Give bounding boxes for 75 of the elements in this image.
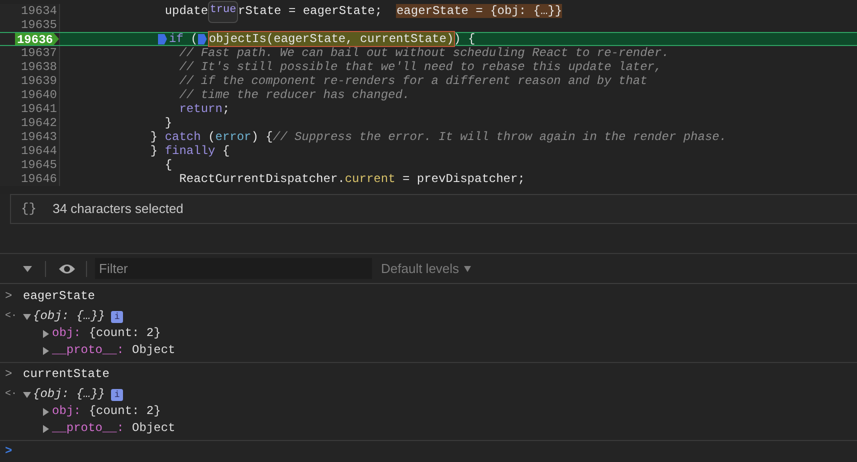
input-prompt: > — [5, 288, 14, 304]
info-badge[interactable]: i — [111, 310, 124, 322]
line-number[interactable]: 19634 — [20, 4, 59, 18]
code-text: } — [149, 130, 159, 144]
code-comment: // Fast path. We can bail out without scheduling React to re-render. — [178, 46, 669, 60]
code-text: { — [164, 158, 172, 172]
property-value: {count: 2} — [88, 403, 161, 420]
code-text: ReactCurrentDispatcher. — [178, 172, 345, 186]
eye-icon[interactable] — [58, 262, 76, 275]
info-badge[interactable]: i — [111, 388, 124, 400]
console-command: eagerState — [23, 288, 96, 304]
line-number[interactable]: 19638 — [20, 60, 59, 74]
line-number[interactable]: 19635 — [20, 18, 59, 32]
line-number[interactable]: 19637 — [20, 46, 59, 60]
result-prompt: <· — [5, 388, 18, 402]
code-comment: // time the reducer has changed. — [178, 88, 410, 102]
line-number[interactable]: 19643 — [20, 130, 59, 144]
expanded-triangle-icon[interactable] — [23, 312, 31, 320]
line-number[interactable]: 19646 — [20, 172, 59, 186]
property-value: Object — [132, 420, 176, 437]
code-text: ) { — [454, 32, 476, 46]
expanded-triangle-icon[interactable] — [23, 390, 31, 398]
dropdown-triangle-icon[interactable] — [23, 264, 32, 273]
object-summary[interactable]: {obj: {…}} — [33, 386, 106, 403]
code-keyword: finally — [164, 144, 216, 158]
code-text: ( — [190, 32, 198, 46]
log-levels-dropdown[interactable]: Default levels — [381, 258, 472, 278]
code-comment: // It's still possible that we'll need to rebase this update later, — [178, 60, 662, 74]
breakpoint-marker-icon[interactable] — [158, 34, 167, 44]
code-keyword: return — [178, 102, 222, 116]
result-prompt: <· — [5, 310, 18, 324]
code-text: } — [164, 116, 172, 130]
property-key[interactable]: __proto__: — [52, 342, 124, 359]
selection-status: 34 characters selected — [52, 200, 184, 218]
console-prompt[interactable]: > — [5, 443, 12, 460]
collapsed-triangle-icon[interactable] — [42, 408, 50, 416]
code-text: ; — [222, 102, 230, 116]
collapsed-triangle-icon[interactable] — [42, 346, 50, 354]
line-number[interactable]: 19640 — [20, 88, 59, 102]
code-comment: // if the component re-renders for a different reason and by that — [178, 74, 648, 88]
line-number[interactable]: 19645 — [20, 158, 59, 172]
property-key[interactable]: obj: — [52, 325, 81, 342]
code-text: update — [164, 4, 208, 18]
console-command: currentState — [23, 366, 110, 383]
object-summary[interactable]: {obj: {…}} — [33, 308, 106, 325]
code-text: { — [221, 144, 230, 158]
line-number[interactable]: 19641 — [20, 102, 59, 116]
code-text: } — [149, 144, 159, 158]
code-keyword: if — [169, 32, 184, 46]
collapsed-triangle-icon[interactable] — [42, 330, 50, 338]
value-tooltip: true — [208, 1, 238, 23]
property-value: Object — [132, 342, 176, 359]
line-number[interactable]: 19636 — [14, 33, 59, 45]
code-text: = prevDispatcher; — [401, 172, 525, 186]
property-value: {count: 2} — [88, 325, 161, 342]
code-text: rState = eagerState; — [238, 4, 384, 18]
code-text: ) { — [251, 130, 273, 144]
code-comment: // Suppress the error. It will throw again in the render phase. — [272, 130, 727, 144]
breakpoint-marker-icon[interactable] — [198, 34, 207, 44]
selected-code: objectIs(eagerState, currentState) — [208, 32, 454, 46]
caret-icon — [464, 266, 472, 272]
property-key[interactable]: __proto__: — [52, 420, 124, 437]
code-text: error — [215, 130, 252, 144]
code-keyword: catch — [164, 130, 201, 144]
code-text: current — [344, 172, 396, 186]
input-prompt: > — [5, 366, 14, 383]
collapsed-triangle-icon[interactable] — [42, 424, 50, 432]
property-key[interactable]: obj: — [52, 403, 81, 420]
code-text: ( — [207, 130, 216, 144]
line-number[interactable]: 19639 — [20, 74, 59, 88]
inline-value: eagerState = {obj: {…}} — [396, 4, 562, 18]
line-number[interactable]: 19644 — [20, 144, 59, 158]
line-number[interactable]: 19642 — [20, 116, 59, 130]
pretty-print-button[interactable]: {} — [21, 199, 37, 219]
filter-field[interactable]: Filter — [95, 258, 372, 280]
